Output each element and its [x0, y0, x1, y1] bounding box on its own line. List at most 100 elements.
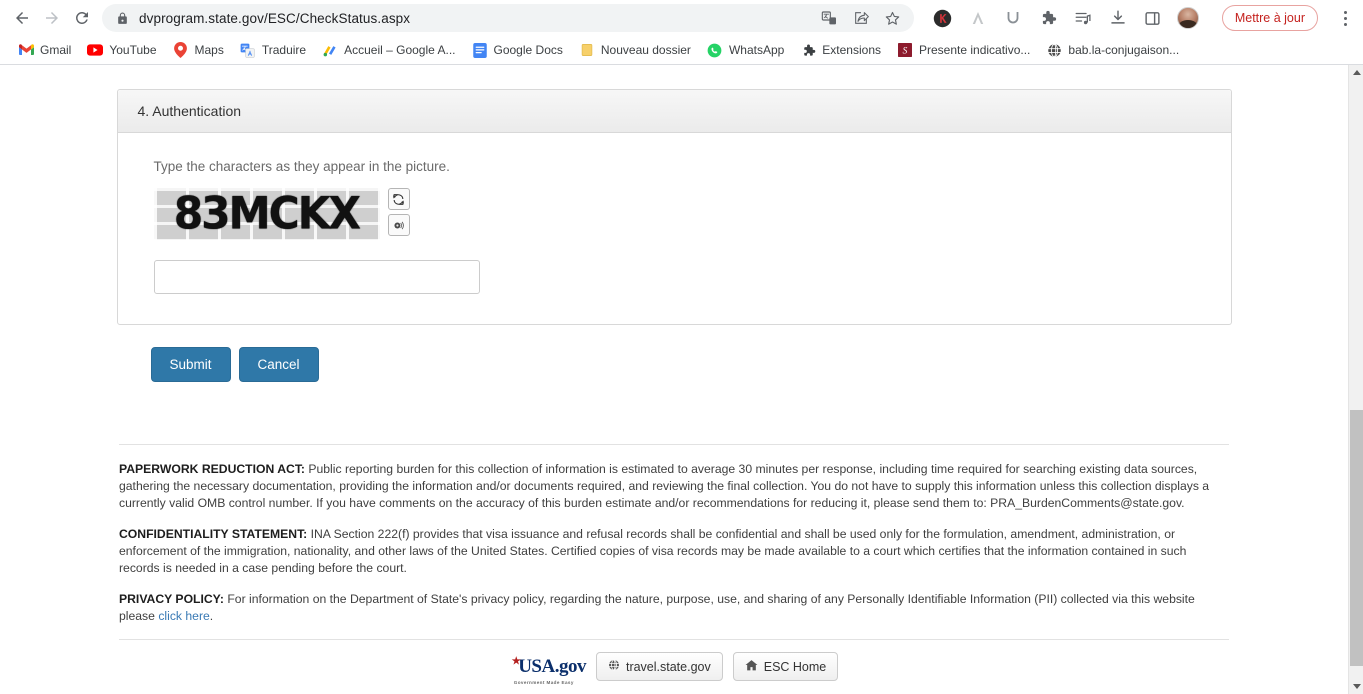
underline-extension-icon[interactable] [1002, 7, 1024, 29]
privacy-policy-link[interactable]: click here [158, 609, 209, 623]
s-letter-icon: S [897, 42, 913, 58]
legal-title: PRIVACY POLICY: [119, 592, 224, 606]
bookmark-nouveau-dossier[interactable]: Nouveau dossier [571, 39, 699, 61]
reload-icon [75, 11, 88, 24]
browser-chrome: dvprogram.state.gov/ESC/CheckStatus.aspx [0, 0, 1363, 65]
legal-body-after: . [209, 609, 214, 623]
bookmark-traduire[interactable]: Traduire [232, 39, 314, 61]
gmail-icon [18, 42, 34, 58]
update-button[interactable]: Mettre à jour [1221, 5, 1318, 31]
translate-icon[interactable] [818, 7, 840, 29]
captcha-prompt: Type the characters as they appear in th… [153, 159, 450, 174]
bookmark-youtube[interactable]: YouTube [79, 39, 164, 61]
confidentiality-statement: CONFIDENTIALITY STATEMENT: INA Section 2… [119, 526, 1229, 577]
page-scrollbar[interactable] [1348, 65, 1363, 694]
kaspersky-extension-icon[interactable] [932, 7, 954, 29]
legal-body: For information on the Department of Sta… [119, 592, 1195, 623]
bookmark-extensions[interactable]: Extensions [792, 39, 889, 61]
travel-state-gov-button[interactable]: travel.state.gov [595, 652, 723, 681]
bookmark-label: bab.la-conjugaison... [1068, 43, 1180, 57]
youtube-icon [87, 42, 104, 58]
forward-button[interactable] [38, 4, 66, 32]
authentication-panel: 4. Authentication Type the characters as… [116, 89, 1232, 325]
captcha-input[interactable] [153, 260, 480, 294]
usagov-star-icon: ★ [511, 655, 521, 667]
bookmark-label: Nouveau dossier [600, 43, 691, 57]
bookmark-whatsapp[interactable]: WhatsApp [699, 39, 792, 61]
profile-avatar[interactable] [1176, 7, 1199, 29]
bookmark-label: Accueil – Google A... [344, 43, 456, 57]
address-bar[interactable]: dvprogram.state.gov/ESC/CheckStatus.aspx [102, 4, 914, 32]
privacy-policy: PRIVACY POLICY: For information on the D… [119, 591, 1229, 625]
usagov-tagline: Government Made Easy [513, 679, 574, 685]
bookmarks-bar: Gmail YouTube Maps Traduire Accueil – Go… [0, 36, 1363, 64]
avast-extension-icon[interactable] [967, 7, 989, 29]
panel-body: Type the characters as they appear in th… [118, 133, 1231, 324]
puzzle-icon [800, 42, 816, 58]
google-ads-icon [322, 42, 338, 58]
esc-button-label: ESC Home [763, 659, 827, 674]
bookmark-babla-conjugaison[interactable]: bab.la-conjugaison... [1038, 39, 1187, 61]
back-button[interactable] [8, 4, 36, 32]
bookmark-label: Google Docs [493, 43, 563, 57]
scroll-up-arrow[interactable] [1349, 65, 1363, 80]
whatsapp-icon [707, 42, 723, 58]
bookmark-label: Traduire [261, 43, 307, 57]
bookmark-label: Presente indicativo... [919, 43, 1031, 57]
submit-button[interactable]: Submit [150, 347, 231, 382]
usagov-logo[interactable]: ★ USA.gov Government Made Easy [510, 655, 587, 685]
scrollbar-thumb[interactable] [1350, 410, 1363, 666]
page-content: 4. Authentication Type the characters as… [0, 65, 1348, 694]
bookmark-google-ads[interactable]: Accueil – Google A... [314, 39, 463, 61]
bookmark-gmail[interactable]: Gmail [10, 39, 79, 61]
legal-title: PAPERWORK REDUCTION ACT: [119, 462, 305, 476]
extension-icons: Mettre à jour [932, 5, 1355, 31]
captcha-text: 83MCKX [173, 188, 361, 240]
media-playlist-icon[interactable] [1072, 7, 1094, 29]
svg-text:S: S [903, 46, 908, 56]
captcha-buttons [387, 188, 410, 236]
puzzle-extensions-icon[interactable] [1037, 7, 1059, 29]
travel-button-label: travel.state.gov [625, 659, 711, 674]
address-bar-actions [818, 7, 904, 29]
globe-icon [1046, 42, 1062, 58]
scroll-down-arrow[interactable] [1349, 679, 1363, 694]
address-bar-url: dvprogram.state.gov/ESC/CheckStatus.aspx [139, 10, 411, 26]
side-panel-icon[interactable] [1142, 7, 1164, 29]
globe-icon [608, 659, 620, 674]
home-icon [745, 659, 758, 674]
bookmark-star-icon[interactable] [882, 7, 904, 29]
bookmark-label: Extensions [822, 43, 881, 57]
bookmark-presente-indicativo[interactable]: S Presente indicativo... [889, 39, 1038, 61]
bookmark-label: WhatsApp [728, 43, 785, 57]
bookmark-label: Maps [194, 43, 224, 57]
esc-home-button[interactable]: ESC Home [732, 652, 839, 681]
page-viewport: 4. Authentication Type the characters as… [0, 65, 1363, 694]
share-icon[interactable] [850, 7, 872, 29]
paperwork-reduction-act: PAPERWORK REDUCTION ACT: Public reportin… [119, 461, 1229, 512]
refresh-captcha-icon[interactable] [387, 188, 410, 210]
folder-icon [579, 42, 595, 58]
google-translate-icon [240, 42, 256, 58]
lock-icon [116, 12, 129, 25]
legal-section: PAPERWORK REDUCTION ACT: Public reportin… [119, 444, 1229, 625]
cancel-button[interactable]: Cancel [238, 347, 319, 382]
audio-captcha-icon[interactable] [387, 214, 410, 236]
maps-pin-icon [173, 42, 189, 58]
downloads-icon[interactable] [1107, 7, 1129, 29]
panel-heading: 4. Authentication [117, 90, 1231, 133]
captcha-image: 83MCKX [153, 188, 380, 240]
legal-title: CONFIDENTIALITY STATEMENT: [119, 527, 308, 541]
captcha-row: 83MCKX [153, 188, 1195, 240]
bookmark-google-docs[interactable]: Google Docs [464, 39, 571, 61]
form-actions: Submit Cancel [150, 347, 1232, 382]
reload-button[interactable] [68, 4, 96, 32]
bookmark-label: Gmail [40, 43, 72, 57]
browser-menu-icon[interactable] [1335, 5, 1355, 31]
bookmark-maps[interactable]: Maps [165, 39, 232, 61]
bookmark-label: YouTube [109, 43, 157, 57]
usagov-logo-text: USA.gov [518, 655, 586, 677]
site-footer: ★ USA.gov Government Made Easy travel.st… [119, 639, 1229, 685]
browser-toolbar: dvprogram.state.gov/ESC/CheckStatus.aspx [0, 0, 1363, 36]
arrow-right-icon [46, 12, 58, 24]
